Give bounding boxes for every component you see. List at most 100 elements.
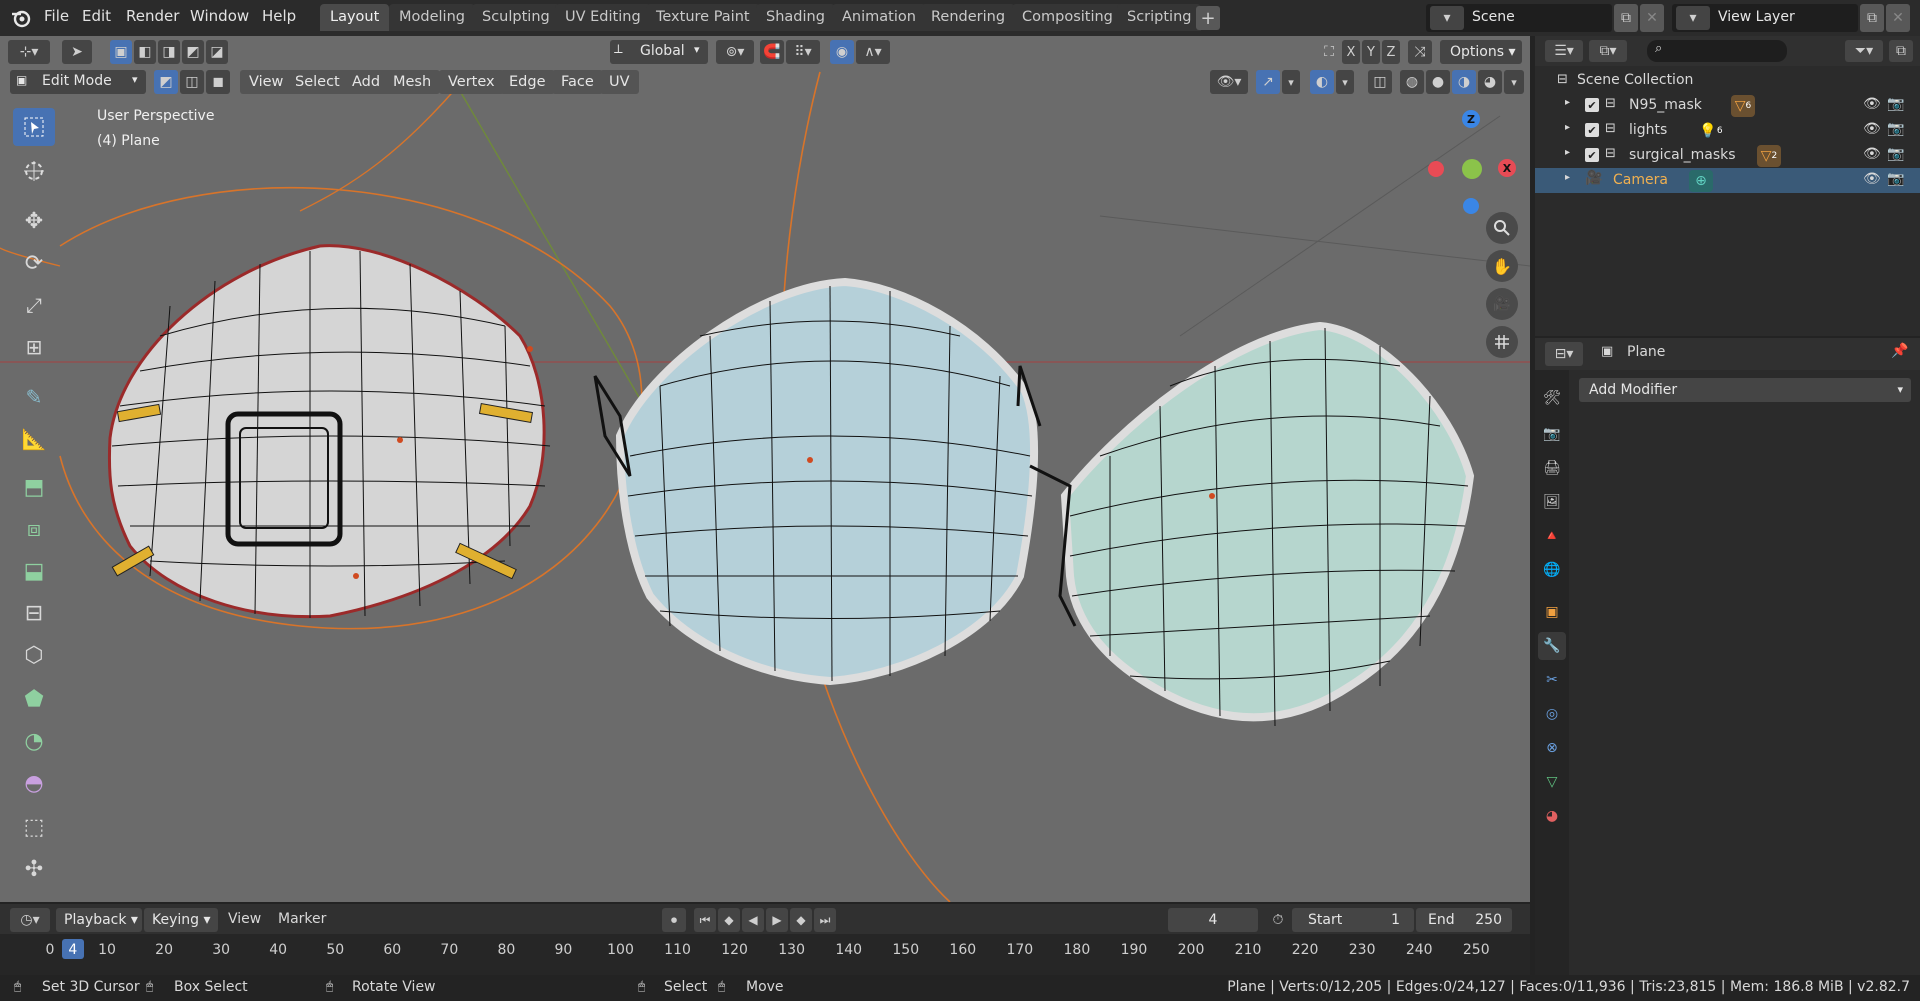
smooth-tool-icon[interactable]: ◓ (13, 764, 55, 802)
viewport-scene[interactable] (0, 36, 1530, 902)
cursor-tool-icon[interactable] (13, 152, 55, 190)
timeline-marker-menu[interactable]: Marker (278, 911, 326, 927)
view-layer-selector[interactable]: ▾ View Layer (1672, 4, 1858, 32)
object-tab-icon[interactable]: ▣ (1538, 598, 1566, 626)
material-tab-icon[interactable]: ◕ (1538, 802, 1566, 830)
chevron-down-icon[interactable]: ▾ (1504, 70, 1524, 94)
display-mode-icon[interactable]: ⧉▾ (1589, 40, 1627, 62)
particles-tab-icon[interactable]: ✂ (1538, 666, 1566, 694)
scene-selector[interactable]: ▾ Scene (1426, 4, 1612, 32)
select-subtract-icon[interactable]: ◨ (158, 40, 180, 64)
measure-tool-icon[interactable]: 📐 (13, 420, 55, 458)
rendered-shading-icon[interactable]: ◕ (1478, 70, 1502, 94)
expand-arrow-icon[interactable]: ▸ (1565, 172, 1570, 183)
tab-texture-paint[interactable]: Texture Paint (646, 4, 760, 31)
search-input[interactable]: ⌕ (1647, 40, 1787, 62)
stopwatch-icon[interactable]: ⏱ (1266, 908, 1290, 932)
play-reverse-icon[interactable]: ◀ (742, 908, 764, 932)
options-dropdown[interactable]: Options ▾ (1440, 40, 1522, 64)
checkbox-icon[interactable]: ✔ (1585, 148, 1599, 162)
jump-start-icon[interactable]: ⏮ (694, 908, 716, 932)
shrink-fatten-tool-icon[interactable]: ✣ (13, 850, 55, 888)
tab-animation[interactable]: Animation (832, 4, 926, 31)
mirror-y-toggle[interactable]: Y (1362, 40, 1380, 64)
add-workspace-icon[interactable]: + (1196, 6, 1220, 30)
expand-arrow-icon[interactable]: ▸ (1565, 122, 1570, 133)
material-shading-icon[interactable]: ◑ (1452, 70, 1476, 94)
vertex-select-icon[interactable]: ◩ (154, 70, 178, 94)
eye-icon[interactable]: 👁 (1863, 96, 1881, 112)
tool-tab-icon[interactable]: 🛠 (1538, 384, 1566, 412)
proportional-edit-icon[interactable]: ◉ (830, 40, 854, 64)
tab-shading[interactable]: Shading (756, 4, 835, 31)
keying-menu[interactable]: Keying ▾ (144, 908, 218, 932)
select-invert-icon[interactable]: ◩ (182, 40, 204, 64)
tab-scripting[interactable]: Scripting (1117, 4, 1202, 31)
playback-menu[interactable]: Playback ▾ (56, 908, 142, 932)
editor-type-icon[interactable]: ⊟▾ (1545, 342, 1583, 366)
render-camera-icon[interactable]: 📷 (1887, 171, 1904, 187)
auto-merge-icon[interactable]: ⤨ (1408, 40, 1432, 64)
mirror-z-toggle[interactable]: Z (1382, 40, 1400, 64)
mesh-data-tab-icon[interactable]: ▽ (1538, 768, 1566, 796)
solid-shading-icon[interactable]: ● (1426, 70, 1450, 94)
tab-layout[interactable]: Layout (320, 4, 390, 31)
gizmo-x-axis[interactable]: X (1498, 159, 1516, 177)
gizmo-neg-z-axis[interactable] (1463, 198, 1479, 214)
select-new-icon[interactable]: ▣ (110, 40, 132, 64)
gizmo-z-axis[interactable]: Z (1462, 110, 1480, 128)
eye-icon[interactable]: 👁 (1863, 121, 1881, 137)
falloff-icon[interactable]: ∧▾ (856, 40, 890, 64)
new-collection-icon[interactable]: ⧉ (1889, 40, 1913, 62)
menu-edit[interactable]: Edit (82, 7, 111, 25)
tab-rendering[interactable]: Rendering (921, 4, 1016, 31)
chevron-down-icon[interactable]: ▾ (1282, 70, 1300, 94)
outliner-scene-collection[interactable]: ⊟ Scene Collection (1535, 68, 1920, 93)
tab-uv-editing[interactable]: UV Editing (555, 4, 651, 31)
menu-file[interactable]: File (44, 7, 69, 25)
add-modifier-dropdown[interactable]: Add Modifier ▾ (1579, 378, 1911, 402)
end-frame-field[interactable]: End 250 (1416, 908, 1512, 932)
zoom-icon[interactable] (1486, 212, 1518, 244)
prev-keyframe-icon[interactable]: ◆ (718, 908, 740, 932)
face-select-icon[interactable]: ◼ (206, 70, 230, 94)
poly-build-tool-icon[interactable]: ⬟ (13, 680, 55, 718)
current-frame-field[interactable]: 4 (1168, 908, 1258, 932)
mirror-axis-icon[interactable]: ⛶ (1318, 40, 1340, 64)
view-layer-tab-icon[interactable]: 🖼 (1538, 488, 1566, 516)
blender-logo-icon[interactable] (8, 6, 34, 30)
scene-tab-icon[interactable]: 🔺 (1538, 522, 1566, 550)
outliner-item-camera[interactable]: ▸ 🎥 Camera ⊕ 👁 📷 (1535, 168, 1920, 193)
menu-vertex[interactable]: Vertex (439, 70, 504, 94)
editor-type-icon[interactable]: ◷▾ (10, 908, 50, 932)
timeline-view-menu[interactable]: View (228, 911, 261, 927)
editor-type-icon[interactable]: ☰▾ (1545, 40, 1583, 62)
overlays-icon[interactable]: ◐ (1310, 70, 1334, 94)
spin-tool-icon[interactable]: ◔ (13, 722, 55, 760)
chevron-down-icon[interactable]: ▾ (1336, 70, 1354, 94)
menu-view[interactable]: View (240, 70, 293, 94)
tab-modeling[interactable]: Modeling (389, 4, 475, 31)
render-tab-icon[interactable]: 📷 (1538, 420, 1566, 448)
select-tool-icon[interactable]: ➤ (62, 40, 92, 64)
menu-uv[interactable]: UV (600, 70, 639, 94)
menu-render[interactable]: Render (126, 7, 179, 25)
pivot-point-icon[interactable]: ⊚▾ (716, 40, 754, 64)
wireframe-shading-icon[interactable]: ◍ (1400, 70, 1424, 94)
constraints-tab-icon[interactable]: ⊗ (1538, 734, 1566, 762)
outliner-item-surgical-masks[interactable]: ▸ ✔ ⊟ surgical_masks ▽ 2 👁 📷 (1535, 143, 1920, 168)
gizmo-neg-x-axis[interactable] (1428, 161, 1444, 177)
inset-tool-icon[interactable]: ⧈ (13, 510, 55, 548)
physics-tab-icon[interactable]: ◎ (1538, 700, 1566, 728)
visibility-icon[interactable]: 👁▾ (1210, 70, 1248, 94)
select-box-tool-icon[interactable] (13, 108, 55, 146)
move-tool-icon[interactable]: ✥ (13, 202, 55, 240)
edge-select-icon[interactable]: ◫ (180, 70, 204, 94)
xray-icon[interactable]: ◫ (1368, 70, 1392, 94)
bevel-tool-icon[interactable]: ⬓ (13, 552, 55, 590)
checkbox-icon[interactable]: ✔ (1585, 98, 1599, 112)
output-tab-icon[interactable]: 🖨 (1538, 454, 1566, 482)
gizmo-y-axis[interactable] (1462, 159, 1482, 179)
ortho-grid-icon[interactable] (1486, 326, 1518, 358)
transform-tool-icon[interactable]: ⊞ (13, 328, 55, 366)
